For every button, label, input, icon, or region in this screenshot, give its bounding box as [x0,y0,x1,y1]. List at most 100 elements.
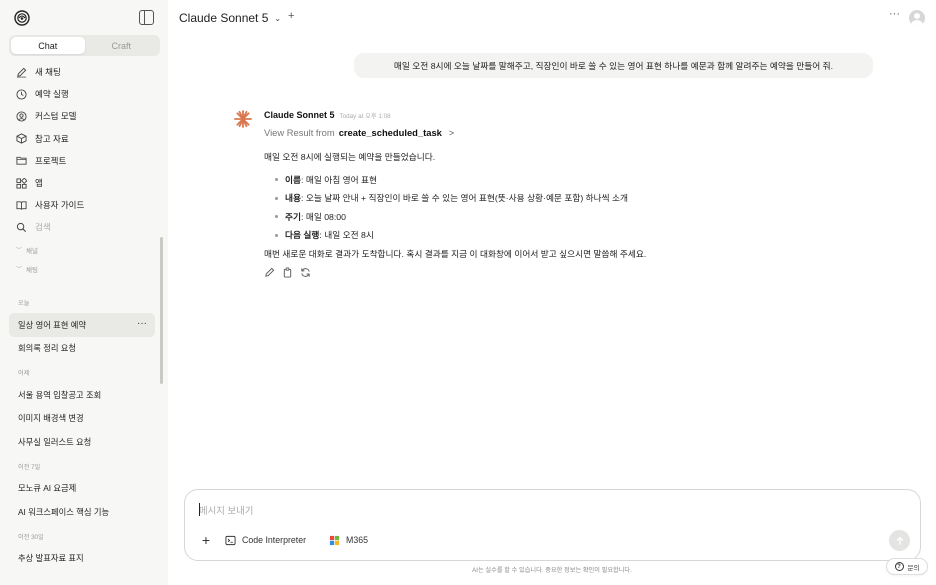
assistant-intro: 매일 오전 8시에 실행되는 예약을 만들었습니다. [264,152,436,162]
copy-icon[interactable] [282,267,293,278]
chevron-down-icon: ⌄ [274,13,282,23]
nav-label: 프로젝트 [35,155,67,166]
conversation-title: 회의록 정리 요청 [18,343,77,354]
assistant-header: Claude Sonnet 5 Today at 오후 1:08 [264,110,824,122]
detail-value: : 내일 오전 8시 [319,230,374,241]
nav-label: 검색 [35,222,51,233]
detail-value: : 매일 아침 영어 표현 [301,174,378,185]
avatar[interactable] [909,10,925,26]
more-options-icon[interactable]: ··· [889,8,900,20]
attach-plus-icon[interactable]: + [196,530,216,550]
conversation-title: 사무실 일러스트 요청 [18,436,92,447]
conversation-item[interactable]: 모노큐 AI 요금제 [9,477,155,501]
assistant-closing: 매번 새로운 대화로 결과가 도착합니다. 혹시 결과를 지금 이 대화창에 이… [264,249,647,259]
more-options-icon[interactable]: ··· [137,318,147,329]
conversation-item[interactable]: 추상 발표자료 표지 [9,547,155,571]
nav-search[interactable]: 검색 [0,216,168,238]
conversation-title: 일상 영어 표현 예약 [18,319,86,330]
collapse-chats[interactable]: ﹀ 채팅 [0,259,168,278]
nav-new-chat[interactable]: 새 채팅 [0,61,168,83]
code-interpreter-button[interactable]: Code Interpreter [225,533,306,547]
conversation-title: 추상 발표자료 표지 [18,553,84,564]
nav-user-guide[interactable]: 사용자 가이드 [0,194,168,216]
detail-label: 주기 [285,211,301,222]
model-selector[interactable]: Claude Sonnet 5 ⌄ [179,11,281,25]
list-item: 내용: 오늘 날짜 안내 + 직장인이 바로 쓸 수 있는 영어 표현(뜻·사용… [264,189,824,208]
help-button[interactable]: ? 문의 [886,558,928,575]
detail-value: : 매일 08:00 [301,211,346,222]
nav-label: 커스텀 모델 [35,111,77,122]
tool-result-link[interactable]: View Result from create_scheduled_task > [264,126,824,139]
list-item: 이름: 매일 아침 영어 표현 [264,170,824,189]
nav-scheduled[interactable]: 예약 실행 [0,83,168,105]
assistant-message: Claude Sonnet 5 Today at 오후 1:08 View Re… [264,110,824,279]
cube-icon [15,133,27,145]
disclaimer: AI는 실수를 할 수 있습니다. 중요한 정보는 확인이 필요합니다. [472,567,632,574]
help-icon: ? [894,562,904,571]
message-actions [264,266,824,279]
arrow-up-icon [896,536,903,544]
m365-button[interactable]: M365 [329,533,368,547]
assistant-name: Claude Sonnet 5 [264,110,335,120]
nav-custom-model[interactable]: 커스텀 모델 [0,105,168,127]
collapsible-label: 채팅 [26,266,38,274]
assistant-sparkle-icon [234,110,252,128]
conversation-item[interactable]: 사무실 일러스트 요청 [9,430,155,454]
send-button[interactable] [889,530,910,551]
tab-chat[interactable]: Chat [11,37,85,54]
nav-label: 사용자 가이드 [35,200,85,211]
conversation-item[interactable]: 서울 용역 입찰공고 조회 [9,383,155,407]
message-composer: + Code Interpreter M365 [184,489,921,561]
regenerate-icon[interactable] [300,267,311,278]
detail-label: 이름 [285,174,301,185]
conversation-title: 모노큐 AI 요금제 [18,483,77,494]
edit-icon[interactable] [264,267,275,278]
section-title: 어제 [18,370,30,377]
tool-prefix: View Result from [264,127,335,138]
collapsible-label: 채널 [26,247,38,255]
book-icon [15,199,27,211]
conversation-item[interactable]: 이미지 배경색 변경 [9,407,155,431]
main-panel: Claude Sonnet 5 ⌄ + ··· 매일 오전 8시에 오늘 날짜를… [168,0,936,585]
nav-references[interactable]: 참고 자료 [0,128,168,150]
tab-craft[interactable]: Craft [85,37,159,54]
help-label: 문의 [907,564,920,572]
nav-label: 앱 [35,178,43,189]
nav-label: 새 채팅 [35,67,61,78]
nav-projects[interactable]: 프로젝트 [0,150,168,172]
new-chat-plus-icon[interactable]: + [288,10,294,22]
folder-icon [15,155,27,167]
search-icon [15,221,27,233]
conversation-history: 오늘 일상 영어 표현 예약 ··· 회의록 정리 요청 어제 서울 용역 입찰… [0,293,168,570]
tool-label: Code Interpreter [242,535,307,545]
message-timestamp: Today at 오후 1:08 [339,113,391,120]
toggle-sidebar-button[interactable] [139,10,154,25]
nav-apps[interactable]: 앱 [0,172,168,194]
detail-label: 다음 실행 [285,230,320,241]
edit-icon [15,66,27,78]
conversation-title: 서울 용역 입찰공고 조회 [18,389,102,400]
app-logo-icon[interactable] [14,10,30,26]
section-title: 이전 30일 [18,533,44,541]
collapse-channels[interactable]: ﹀ 채널 [0,240,168,259]
detail-label: 내용 [285,193,301,204]
model-name: Claude Sonnet 5 [179,11,269,25]
conversation-item[interactable]: 회의록 정리 요청 [9,337,155,361]
code-interpreter-icon [225,535,236,546]
conversation-item[interactable]: AI 워크스페이스 핵심 기능 [9,500,155,524]
sidebar: Chat Craft 새 채팅 예약 실행 커스텀 모델 참고 자료 프로젝트 … [0,0,168,585]
user-message: 매일 오전 8시에 오늘 날짜를 말해주고, 직장인이 바로 쓸 수 있는 영어… [354,53,873,78]
conversation-title: 이미지 배경색 변경 [18,413,84,424]
apps-icon [15,177,27,189]
nav-label: 참고 자료 [35,133,69,144]
detail-value: : 오늘 날짜 안내 + 직장인이 바로 쓸 수 있는 영어 표현(뜻·사용 상… [301,193,629,204]
sidebar-nav: 새 채팅 예약 실행 커스텀 모델 참고 자료 프로젝트 앱 사용자 가이드 검… [0,61,168,239]
chevron-right-icon: > [448,127,455,138]
text-caret [199,503,200,516]
chevron-down-icon: ﹀ [16,248,23,254]
section-title: 이전 7일 [18,463,41,471]
message-input[interactable] [199,502,879,518]
list-item: 주기: 매일 08:00 [264,207,824,226]
task-details-list: 이름: 매일 아침 영어 표현 내용: 오늘 날짜 안내 + 직장인이 바로 쓸… [264,170,824,244]
conversation-item[interactable]: 일상 영어 표현 예약 ··· [9,313,155,337]
